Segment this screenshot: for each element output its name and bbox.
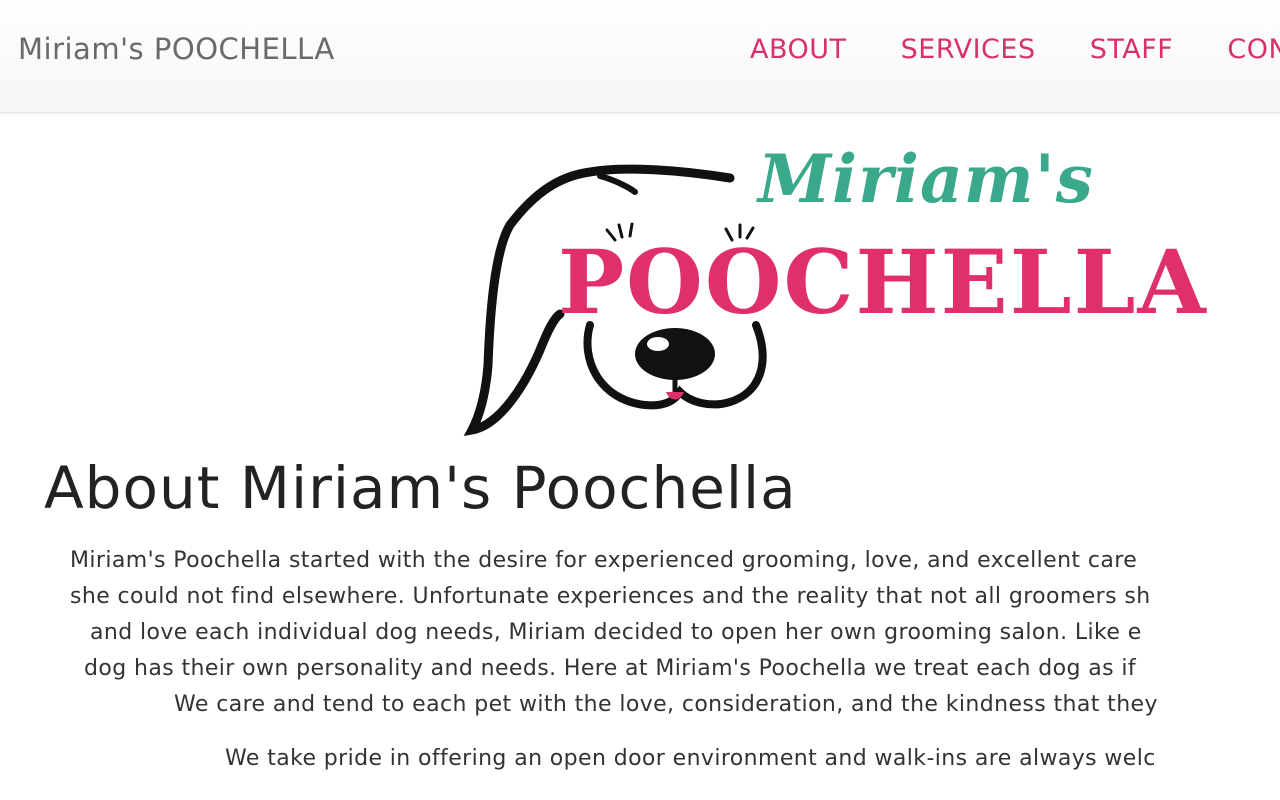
nav-links: ABOUT SERVICES STAFF CON	[750, 34, 1280, 65]
nav-link-contact[interactable]: CON	[1227, 34, 1280, 65]
about-heading: About Miriam's Poochella	[44, 454, 797, 522]
nose-highlight	[647, 337, 669, 351]
logo-text-miriam: Miriam's	[758, 140, 1094, 218]
nav-link-about[interactable]: ABOUT	[750, 34, 847, 65]
about-paragraph: Miriam's Poochella started with the desi…	[0, 544, 1280, 800]
brand-link[interactable]: Miriam's POOCHELLA	[18, 32, 335, 66]
top-navbar: Miriam's POOCHELLA ABOUT SERVICES STAFF …	[0, 0, 1280, 113]
nav-link-staff[interactable]: STAFF	[1090, 34, 1174, 65]
about-line: We care and tend to each pet with the lo…	[174, 692, 1158, 717]
dog-nose	[635, 328, 715, 380]
about-line: and love each individual dog needs, Miri…	[90, 620, 1142, 645]
nav-link-services[interactable]: SERVICES	[901, 34, 1036, 65]
poochella-logo: Miriam's POOCHELLA	[440, 130, 1206, 440]
about-line: Miriam's Poochella started with the desi…	[70, 548, 1138, 573]
logo-text-poochella: POOCHELLA	[558, 230, 1208, 334]
about-line: she could not find elsewhere. Unfortunat…	[70, 584, 1151, 609]
about-line: dog has their own personality and needs.…	[84, 656, 1137, 681]
about-line: We take pride in offering an open door e…	[225, 746, 1156, 771]
